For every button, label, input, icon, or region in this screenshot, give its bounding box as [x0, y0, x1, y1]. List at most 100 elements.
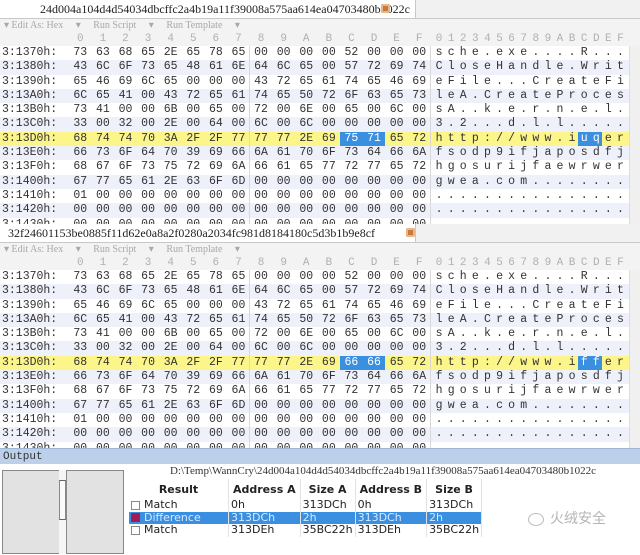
ascii-char[interactable]: e [602, 356, 614, 370]
ascii-char[interactable]: j [530, 370, 542, 384]
ascii-char[interactable]: o [457, 146, 469, 160]
ascii-char[interactable]: r [493, 384, 505, 398]
hex-byte[interactable]: 6F [114, 160, 137, 174]
hex-byte[interactable]: 66 [385, 146, 408, 160]
hex-byte[interactable]: 00 [318, 427, 341, 441]
hex-byte[interactable]: 65 [272, 89, 295, 103]
ascii-char[interactable]: . [530, 189, 542, 203]
ascii-char[interactable]: e [506, 89, 518, 103]
ascii-char[interactable]: . [566, 413, 578, 427]
row-ascii[interactable]: 3.2...d.l.l..... [433, 117, 627, 131]
hex-byte[interactable]: 69 [318, 356, 341, 370]
ascii-char[interactable]: e [493, 46, 505, 60]
hex-byte[interactable]: 00 [227, 341, 250, 355]
ascii-char[interactable]: . [469, 189, 481, 203]
ascii-char[interactable]: . [614, 203, 626, 217]
ascii-char[interactable]: a [506, 60, 518, 74]
ascii-char[interactable]: o [457, 370, 469, 384]
hex-byte[interactable]: 73 [137, 60, 160, 74]
ascii-char[interactable]: 2 [457, 117, 469, 131]
run-script-menu[interactable]: Run Script ▾ [93, 20, 154, 31]
ascii-char[interactable]: . [554, 413, 566, 427]
ascii-char[interactable]: C [530, 299, 542, 313]
hex-byte[interactable]: 00 [137, 89, 160, 103]
ascii-char[interactable]: . [554, 46, 566, 60]
ascii-char[interactable]: . [590, 399, 602, 413]
hex-byte[interactable]: 6C [385, 327, 408, 341]
hex-byte[interactable]: 00 [227, 413, 250, 427]
ascii-char[interactable]: s [433, 46, 445, 60]
hex-byte[interactable]: 6F [114, 384, 137, 398]
ascii-char[interactable]: . [542, 327, 554, 341]
ascii-char[interactable]: . [506, 189, 518, 203]
row-ascii[interactable]: ................ [433, 203, 627, 217]
hex-byte[interactable]: 00 [318, 103, 341, 117]
ascii-char[interactable]: s [578, 146, 590, 160]
ascii-char[interactable]: k [481, 327, 493, 341]
hex-byte[interactable]: 41 [114, 313, 137, 327]
ascii-char[interactable]: 9 [493, 370, 505, 384]
ascii-char[interactable]: . [518, 299, 530, 313]
hex-byte[interactable]: 00 [385, 46, 408, 60]
hex-byte[interactable]: 00 [272, 399, 295, 413]
ascii-char[interactable]: g [445, 160, 457, 174]
ascii-char[interactable]: w [566, 384, 578, 398]
ascii-char[interactable]: o [506, 175, 518, 189]
ascii-char[interactable]: d [469, 146, 481, 160]
hex-byte[interactable]: 00 [272, 203, 295, 217]
hex-row[interactable]: 3:1410h: 01 00 00 00 00 00 00 00 00 00 00 00 00 00 00 00… [0, 189, 640, 203]
hex-byte[interactable]: 65 [295, 60, 318, 74]
ascii-char[interactable]: e [493, 270, 505, 284]
hex-byte[interactable]: 00 [363, 427, 386, 441]
hex-byte[interactable]: 74 [114, 356, 137, 370]
ascii-char[interactable]: d [506, 117, 518, 131]
ascii-char[interactable]: . [578, 117, 590, 131]
hex-byte[interactable]: 00 [182, 341, 205, 355]
ascii-char[interactable]: g [433, 175, 445, 189]
hex-byte[interactable]: 73 [408, 313, 431, 327]
ascii-char[interactable]: a [542, 384, 554, 398]
hex-byte[interactable]: 00 [92, 203, 115, 217]
hex-byte[interactable]: 3A [159, 132, 182, 146]
hex-byte[interactable]: 65 [363, 75, 386, 89]
row-ascii[interactable]: h t t p: / / w w w. i f f e r [433, 355, 627, 371]
hex-byte[interactable]: 00 [272, 117, 295, 131]
hex-byte[interactable]: 72 [182, 384, 205, 398]
ascii-char[interactable]: p [554, 370, 566, 384]
hex-byte[interactable]: 6C [92, 284, 115, 298]
ascii-char[interactable]: o [457, 60, 469, 74]
results-column-header[interactable]: Address B [355, 479, 428, 499]
ascii-char[interactable]: . [602, 341, 614, 355]
ascii-char[interactable]: o [457, 160, 469, 174]
ascii-char[interactable]: p [554, 146, 566, 160]
hex-byte[interactable]: 69 [385, 60, 408, 74]
results-column-header[interactable]: Result [129, 479, 229, 499]
hex-byte[interactable]: 00 [295, 189, 318, 203]
ascii-char[interactable]: . [566, 203, 578, 217]
ascii-char[interactable]: . [481, 341, 493, 355]
hex-byte[interactable]: 00 [227, 117, 250, 131]
ascii-char[interactable]: e [445, 313, 457, 327]
ascii-char[interactable]: c [493, 175, 505, 189]
row-ascii[interactable]: eFile...CreateFi [433, 299, 627, 313]
ascii-char[interactable]: . [469, 341, 481, 355]
hex-byte[interactable]: 6F [205, 399, 228, 413]
hex-byte[interactable]: 00 [385, 413, 408, 427]
hex-byte[interactable]: 74 [250, 89, 273, 103]
ascii-char[interactable]: . [554, 203, 566, 217]
ascii-char[interactable]: . [566, 341, 578, 355]
hex-byte[interactable]: 2E [159, 341, 182, 355]
hex-byte[interactable]: 00 [272, 189, 295, 203]
hex-byte[interactable]: 6C [295, 341, 318, 355]
ascii-char[interactable]: . [554, 399, 566, 413]
hex-byte[interactable]: 00 [295, 203, 318, 217]
ascii-char[interactable]: e [602, 160, 614, 174]
ascii-char[interactable]: i [506, 160, 518, 174]
hex-byte[interactable]: 75 [159, 160, 182, 174]
hex-byte[interactable]: 00 [385, 117, 408, 131]
ascii-char[interactable]: a [469, 175, 481, 189]
hex-byte[interactable]: 00 [227, 189, 250, 203]
ascii-char[interactable]: . [554, 270, 566, 284]
ascii-char[interactable]: e [481, 60, 493, 74]
ascii-char[interactable]: C [433, 284, 445, 298]
